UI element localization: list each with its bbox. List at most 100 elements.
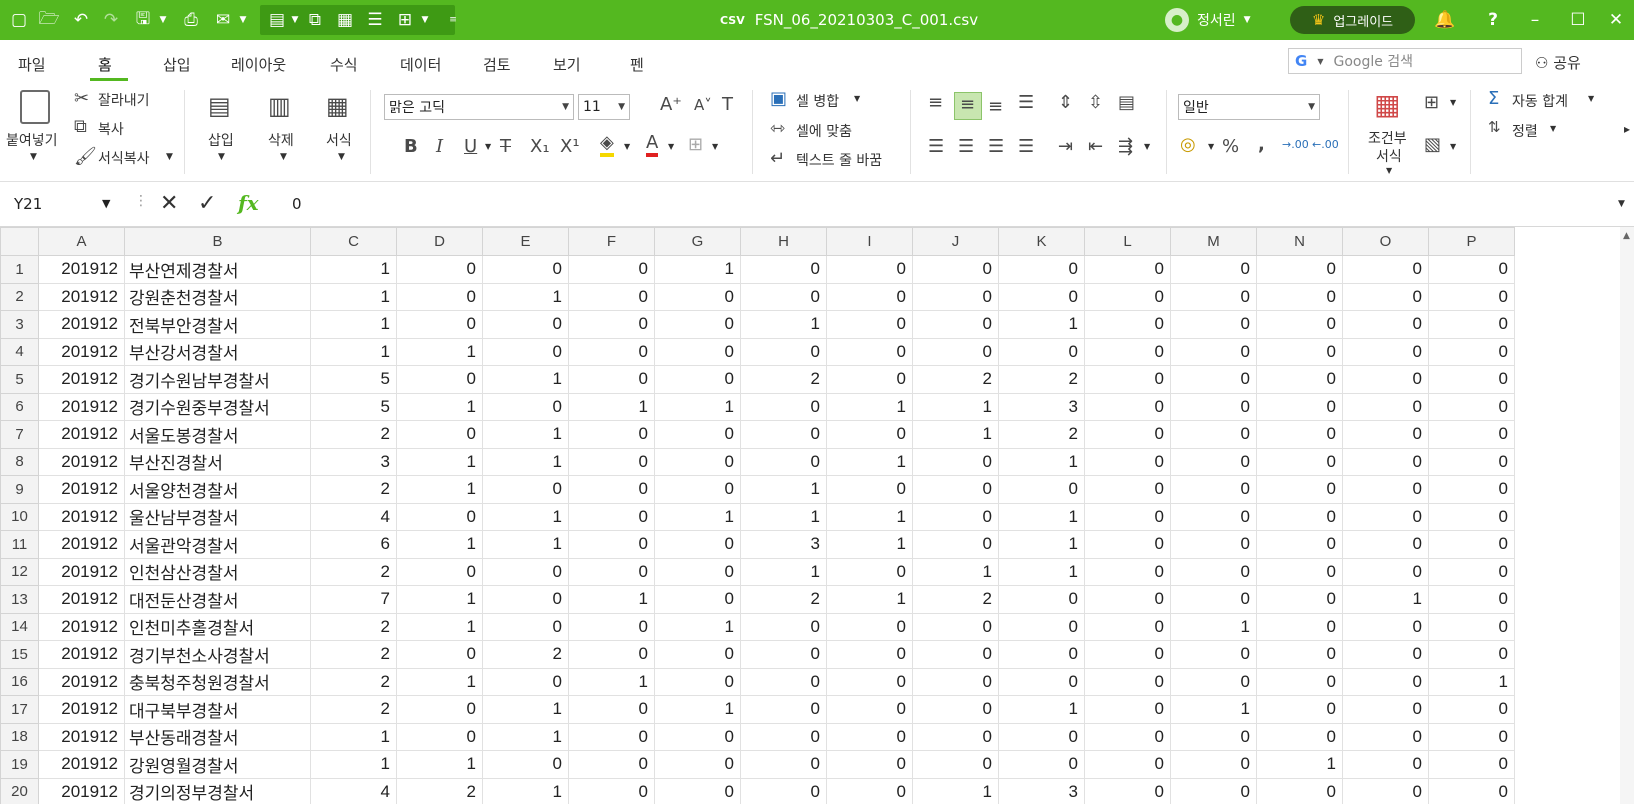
cell[interactable]: 0	[1256, 310, 1343, 339]
cell[interactable]: 0	[1256, 420, 1343, 449]
cell[interactable]: 0	[1256, 667, 1343, 696]
cell[interactable]: 경기부천소사경찰서	[124, 640, 311, 669]
cell[interactable]: 1	[396, 530, 483, 559]
line-spacing-icon[interactable]: ⇶	[1118, 136, 1133, 157]
row-header[interactable]: 19	[0, 750, 39, 779]
cell[interactable]: 강원춘천경찰서	[124, 282, 311, 311]
cell[interactable]: 0	[826, 255, 913, 284]
cell[interactable]: 부산강서경찰서	[124, 337, 311, 366]
cell[interactable]: 201912	[38, 667, 125, 696]
cell[interactable]: 대전둔산경찰서	[124, 585, 311, 614]
cell[interactable]: 0	[826, 337, 913, 366]
cell[interactable]: 0	[482, 557, 569, 586]
cell[interactable]: 201912	[38, 557, 125, 586]
border-dropdown-icon[interactable]: ▼	[712, 142, 718, 151]
cell[interactable]: 0	[1170, 667, 1257, 696]
cell[interactable]: 0	[1428, 255, 1515, 284]
cell[interactable]: 0	[1084, 310, 1171, 339]
share-button[interactable]: ⚇ 공유	[1535, 52, 1581, 73]
cell[interactable]: 1	[998, 502, 1085, 531]
cell[interactable]: 0	[826, 365, 913, 394]
font-size-select[interactable]: 11 ▼	[578, 94, 630, 120]
cell[interactable]: 0	[1428, 475, 1515, 504]
subscript-icon[interactable]: X₁	[530, 136, 550, 157]
cell[interactable]: 0	[1170, 777, 1257, 804]
cell[interactable]: 0	[654, 722, 741, 751]
insert-dropdown-icon[interactable]: ▼	[218, 152, 225, 162]
number-format-select[interactable]: 일반 ▼	[1178, 94, 1320, 120]
cell[interactable]: 1	[310, 282, 397, 311]
italic-icon[interactable]: I	[436, 136, 443, 157]
cell[interactable]: 0	[568, 612, 655, 641]
delete-dropdown-icon[interactable]: ▼	[280, 152, 287, 162]
cell[interactable]: 0	[826, 777, 913, 804]
decrease-decimal-icon[interactable]: ←.00	[1312, 138, 1339, 151]
cell[interactable]: 1	[310, 310, 397, 339]
insert-button[interactable]: 삽입	[208, 130, 234, 150]
cell[interactable]: 0	[1084, 447, 1171, 476]
cell[interactable]: 0	[1428, 282, 1515, 311]
cell[interactable]: 0	[1084, 667, 1171, 696]
list-icon[interactable]: ☰	[362, 6, 388, 34]
confirm-icon[interactable]: ✓	[198, 191, 216, 216]
cell[interactable]: 1	[740, 557, 827, 586]
conditional-format-dropdown-icon[interactable]: ▼	[1386, 166, 1392, 175]
cell[interactable]: 0	[1342, 667, 1429, 696]
cell[interactable]: 0	[912, 337, 999, 366]
cell[interactable]: 1	[826, 447, 913, 476]
cell[interactable]: 0	[1428, 392, 1515, 421]
align-top-icon[interactable]: ≡	[928, 92, 943, 113]
autosum-dropdown-icon[interactable]: ▼	[1588, 94, 1594, 103]
fit-cells-icon[interactable]: ⇿	[770, 118, 785, 139]
wrap-text-icon[interactable]: ↵	[770, 148, 785, 169]
format-dropdown-icon[interactable]: ▼	[338, 152, 345, 162]
cell[interactable]: 0	[998, 255, 1085, 284]
cell[interactable]: 0	[1256, 255, 1343, 284]
scissors-icon[interactable]: ✂	[74, 88, 89, 109]
cell[interactable]: 부산동래경찰서	[124, 722, 311, 751]
cell-style-dropdown-icon[interactable]: ▼	[1450, 142, 1456, 151]
cell[interactable]: 0	[998, 640, 1085, 669]
help-icon[interactable]: ?	[1480, 6, 1506, 34]
text-direction-icon[interactable]: ⇕	[1058, 92, 1073, 113]
column-header-e[interactable]: E	[482, 227, 569, 256]
tab-review[interactable]: 검토	[483, 54, 511, 75]
cell[interactable]: 201912	[38, 750, 125, 779]
cell[interactable]: 1	[654, 612, 741, 641]
cell[interactable]: 0	[826, 640, 913, 669]
cell[interactable]: 0	[1428, 447, 1515, 476]
cell[interactable]: 0	[1428, 310, 1515, 339]
cell[interactable]: 201912	[38, 585, 125, 614]
cut-button[interactable]: 잘라내기	[98, 90, 150, 110]
cell[interactable]: 0	[740, 282, 827, 311]
cell[interactable]: 1	[396, 337, 483, 366]
form-icon[interactable]: ▦	[332, 6, 358, 34]
cell[interactable]: 0	[912, 612, 999, 641]
formula-input[interactable]: 0	[292, 195, 302, 213]
cell[interactable]: 0	[1170, 255, 1257, 284]
column-header-d[interactable]: D	[396, 227, 483, 256]
cell[interactable]: 0	[1428, 585, 1515, 614]
scroll-up-icon[interactable]: ▲	[1623, 231, 1630, 241]
row-header[interactable]: 6	[0, 392, 39, 421]
cell[interactable]: 2	[310, 667, 397, 696]
increase-font-icon[interactable]: A⁺	[660, 94, 682, 115]
cell[interactable]: 0	[826, 420, 913, 449]
autosum-button[interactable]: 자동 합계	[1512, 91, 1568, 111]
row-header[interactable]: 18	[0, 722, 39, 751]
cell[interactable]: 0	[1342, 447, 1429, 476]
copy-format-icon[interactable]: ⧉	[302, 6, 328, 34]
cell[interactable]: 0	[654, 585, 741, 614]
row-header[interactable]: 8	[0, 447, 39, 476]
cell[interactable]: 서울도봉경찰서	[124, 420, 311, 449]
cell[interactable]: 0	[1428, 365, 1515, 394]
copy-button[interactable]: 복사	[98, 119, 124, 139]
format-painter-dropdown-icon[interactable]: ▼	[166, 152, 173, 162]
cell[interactable]: 1	[912, 777, 999, 804]
row-header[interactable]: 3	[0, 310, 39, 339]
format-cells-icon[interactable]: ▦	[326, 92, 349, 120]
tab-insert[interactable]: 삽입	[163, 54, 191, 75]
cell[interactable]: 1	[912, 420, 999, 449]
bell-icon[interactable]: 🔔	[1432, 6, 1458, 34]
cell[interactable]: 0	[1170, 365, 1257, 394]
